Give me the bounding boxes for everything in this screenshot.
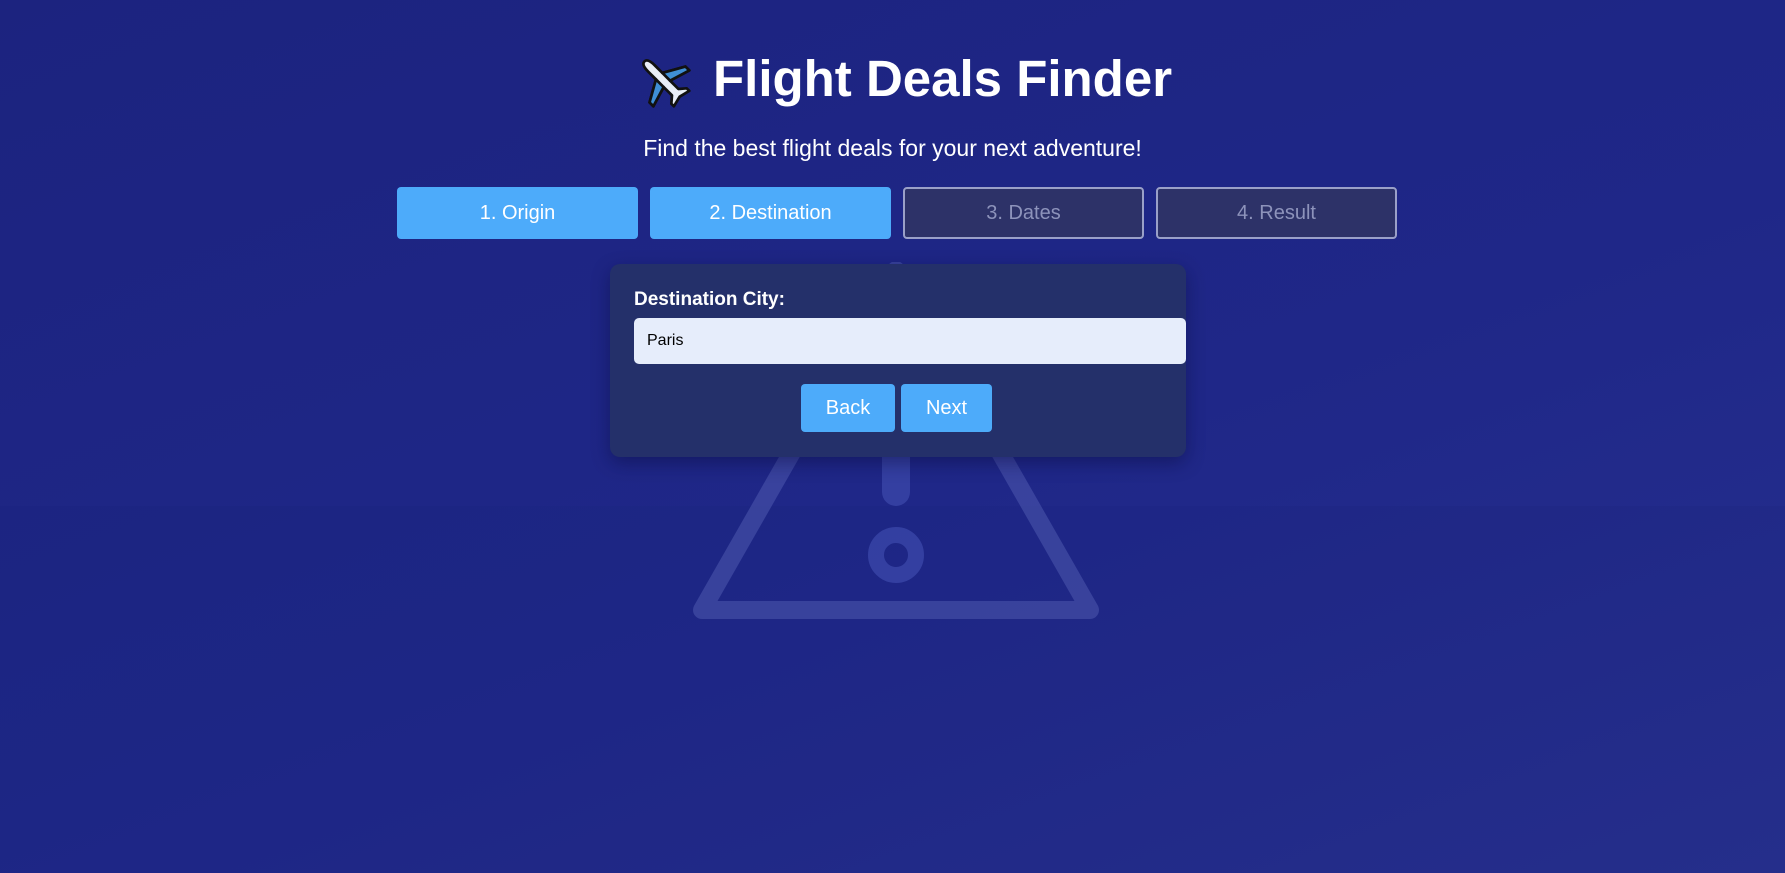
- destination-form-card: Destination City: Back Next: [610, 264, 1186, 457]
- airplane-icon: [642, 59, 691, 108]
- step-destination[interactable]: 2. Destination: [650, 187, 891, 239]
- step-dates[interactable]: 3. Dates: [903, 187, 1144, 239]
- step-result[interactable]: 4. Result: [1156, 187, 1397, 239]
- step-origin[interactable]: 1. Origin: [397, 187, 638, 239]
- page-title: Flight Deals Finder: [713, 50, 1173, 107]
- page-subtitle: Find the best flight deals for your next…: [643, 135, 1142, 161]
- next-button[interactable]: Next: [901, 384, 992, 432]
- destination-city-input[interactable]: [634, 318, 1186, 364]
- destination-city-label: Destination City:: [634, 289, 785, 310]
- back-button[interactable]: Back: [801, 384, 895, 432]
